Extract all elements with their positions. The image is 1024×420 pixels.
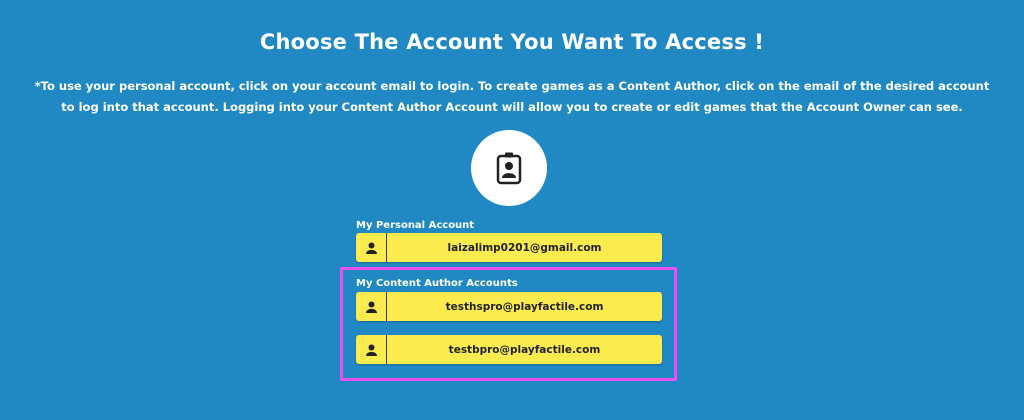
user-icon	[356, 335, 387, 364]
id-badge-icon	[496, 152, 522, 185]
content-author-email: testbpro@playfactile.com	[448, 343, 601, 356]
personal-account-button[interactable]: laizalimp0201@gmail.com	[356, 233, 662, 262]
content-author-label: My Content Author Accounts	[356, 278, 518, 289]
content-author-account-button[interactable]: testhspro@playfactile.com	[356, 292, 662, 321]
personal-account-email: laizalimp0201@gmail.com	[447, 241, 602, 254]
content-author-account-button[interactable]: testbpro@playfactile.com	[356, 335, 662, 364]
user-icon	[356, 233, 387, 262]
user-icon	[356, 292, 387, 321]
personal-account-label: My Personal Account	[356, 220, 475, 231]
instructions-text: *To use your personal account, click on …	[34, 79, 990, 114]
page-title: Choose The Account You Want To Access !	[259, 30, 765, 54]
content-author-email: testhspro@playfactile.com	[445, 300, 604, 313]
account-badge	[471, 130, 547, 206]
